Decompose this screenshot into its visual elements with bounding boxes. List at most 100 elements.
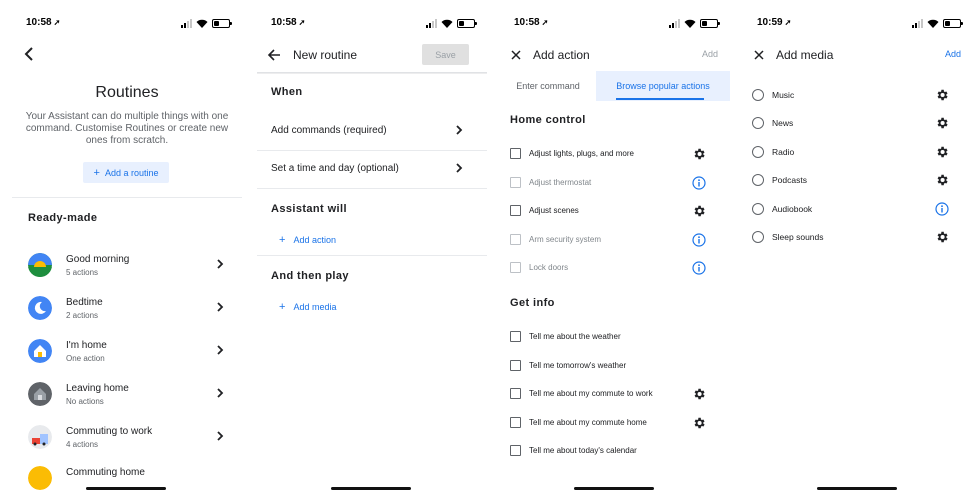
radio-button[interactable] bbox=[752, 89, 764, 101]
action-item-commute-to-work[interactable]: Tell me about my commute to work bbox=[500, 386, 730, 402]
add-action-link[interactable]: + Add action bbox=[279, 234, 336, 246]
checkbox[interactable] bbox=[510, 262, 521, 273]
action-label: Adjust lights, plugs, and more bbox=[529, 149, 634, 158]
routine-item-commuting-to-work[interactable]: Commuting to work 4 actions bbox=[12, 425, 242, 465]
save-button[interactable]: Save bbox=[422, 44, 469, 65]
home-indicator[interactable] bbox=[331, 487, 411, 490]
page-title: New routine bbox=[293, 48, 358, 62]
action-item-adjust-thermostat[interactable]: Adjust thermostat bbox=[500, 175, 730, 191]
sunrise-icon bbox=[28, 253, 52, 277]
gear-icon[interactable] bbox=[935, 230, 949, 244]
moon-icon bbox=[28, 296, 52, 320]
gear-icon[interactable] bbox=[692, 416, 706, 430]
info-icon[interactable] bbox=[692, 176, 706, 190]
status-bar: 10:59 ➚ bbox=[743, 17, 973, 33]
chevron-right-icon bbox=[456, 163, 463, 173]
action-item-adjust-scenes[interactable]: Adjust scenes bbox=[500, 203, 730, 219]
media-item-audiobook[interactable]: Audiobook bbox=[743, 202, 973, 218]
leaving-home-icon bbox=[28, 382, 52, 406]
routine-action-count: 2 actions bbox=[66, 311, 99, 320]
routine-item-commuting-home[interactable]: Commuting home bbox=[12, 466, 242, 500]
home-indicator[interactable] bbox=[574, 487, 654, 490]
media-item-sleep-sounds[interactable]: Sleep sounds bbox=[743, 230, 973, 246]
routine-item-leaving-home[interactable]: Leaving home No actions bbox=[12, 382, 242, 422]
add-routine-button[interactable]: + Add a routine bbox=[83, 162, 169, 183]
set-time-row[interactable]: Set a time and day (optional) bbox=[257, 150, 487, 188]
action-item-weather[interactable]: Tell me about the weather bbox=[500, 329, 730, 345]
checkbox[interactable] bbox=[510, 234, 521, 245]
media-label: Sleep sounds bbox=[772, 232, 824, 242]
page-title: Routines bbox=[95, 84, 159, 101]
routine-action-count: 5 actions bbox=[66, 268, 99, 277]
routine-item-good-morning[interactable]: Good morning 5 actions bbox=[12, 253, 242, 293]
gear-icon[interactable] bbox=[692, 147, 706, 161]
checkbox[interactable] bbox=[510, 417, 521, 428]
action-item-arm-security[interactable]: Arm security system bbox=[500, 232, 730, 248]
routine-name: Commuting to work bbox=[66, 426, 153, 437]
checkbox[interactable] bbox=[510, 388, 521, 399]
close-icon[interactable] bbox=[753, 49, 765, 61]
cellular-signal-icon bbox=[912, 19, 923, 28]
home-indicator[interactable] bbox=[817, 487, 897, 490]
checkbox[interactable] bbox=[510, 360, 521, 371]
info-icon[interactable] bbox=[692, 233, 706, 247]
house-icon bbox=[28, 339, 52, 363]
active-tab-indicator bbox=[616, 98, 704, 100]
location-arrow-icon: ➚ bbox=[298, 18, 306, 27]
info-icon[interactable] bbox=[692, 261, 706, 275]
status-time: 10:59 ➚ bbox=[757, 17, 792, 28]
tab-enter-command[interactable]: Enter command bbox=[500, 71, 596, 101]
routine-action-count: 4 actions bbox=[66, 440, 99, 449]
action-item-lock-doors[interactable]: Lock doors bbox=[500, 260, 730, 276]
section-title-get-info: Get info bbox=[510, 297, 555, 309]
radio-button[interactable] bbox=[752, 231, 764, 243]
media-item-podcasts[interactable]: Podcasts bbox=[743, 173, 973, 189]
tab-browse-popular-actions[interactable]: Browse popular actions bbox=[596, 71, 730, 101]
gear-icon[interactable] bbox=[692, 387, 706, 401]
gear-icon[interactable] bbox=[935, 145, 949, 159]
action-item-adjust-lights[interactable]: Adjust lights, plugs, and more bbox=[500, 146, 730, 162]
add-button[interactable]: Add bbox=[945, 49, 961, 59]
cellular-signal-icon bbox=[669, 19, 680, 28]
media-item-music[interactable]: Music bbox=[743, 88, 973, 104]
section-title-home-control: Home control bbox=[510, 114, 586, 126]
action-item-calendar[interactable]: Tell me about today's calendar bbox=[500, 443, 730, 459]
commute-home-icon bbox=[28, 466, 52, 490]
battery-icon bbox=[457, 19, 477, 28]
checkbox[interactable] bbox=[510, 445, 521, 456]
checkbox[interactable] bbox=[510, 205, 521, 216]
gear-icon[interactable] bbox=[935, 116, 949, 130]
action-label: Adjust thermostat bbox=[529, 178, 592, 187]
close-icon[interactable] bbox=[510, 49, 522, 61]
routine-item-bedtime[interactable]: Bedtime 2 actions bbox=[12, 296, 242, 336]
home-indicator[interactable] bbox=[86, 487, 166, 490]
checkbox[interactable] bbox=[510, 331, 521, 342]
add-commands-row[interactable]: Add commands (required) bbox=[257, 110, 487, 150]
add-action-label: Add action bbox=[293, 235, 336, 245]
checkbox[interactable] bbox=[510, 177, 521, 188]
back-arrow-icon[interactable] bbox=[267, 48, 281, 62]
action-item-tomorrow-weather[interactable]: Tell me tomorrow's weather bbox=[500, 358, 730, 374]
back-chevron-icon[interactable] bbox=[22, 46, 36, 62]
gear-icon[interactable] bbox=[935, 173, 949, 187]
radio-button[interactable] bbox=[752, 146, 764, 158]
location-arrow-icon: ➚ bbox=[53, 18, 61, 27]
page-description: Your Assistant can do multiple things wi… bbox=[25, 111, 229, 146]
action-item-commute-home[interactable]: Tell me about my commute home bbox=[500, 415, 730, 431]
radio-button[interactable] bbox=[752, 117, 764, 129]
info-icon[interactable] bbox=[935, 202, 949, 216]
chevron-right-icon bbox=[217, 388, 224, 398]
status-icons bbox=[912, 19, 963, 28]
location-arrow-icon: ➚ bbox=[784, 18, 792, 27]
radio-button[interactable] bbox=[752, 174, 764, 186]
chevron-right-icon bbox=[217, 345, 224, 355]
routine-item-im-home[interactable]: I'm home One action bbox=[12, 339, 242, 379]
gear-icon[interactable] bbox=[935, 88, 949, 102]
gear-icon[interactable] bbox=[692, 204, 706, 218]
radio-button[interactable] bbox=[752, 203, 764, 215]
add-button[interactable]: Add bbox=[702, 49, 718, 59]
checkbox[interactable] bbox=[510, 148, 521, 159]
media-item-radio[interactable]: Radio bbox=[743, 145, 973, 161]
media-item-news[interactable]: News bbox=[743, 116, 973, 132]
add-media-link[interactable]: + Add media bbox=[279, 301, 336, 313]
